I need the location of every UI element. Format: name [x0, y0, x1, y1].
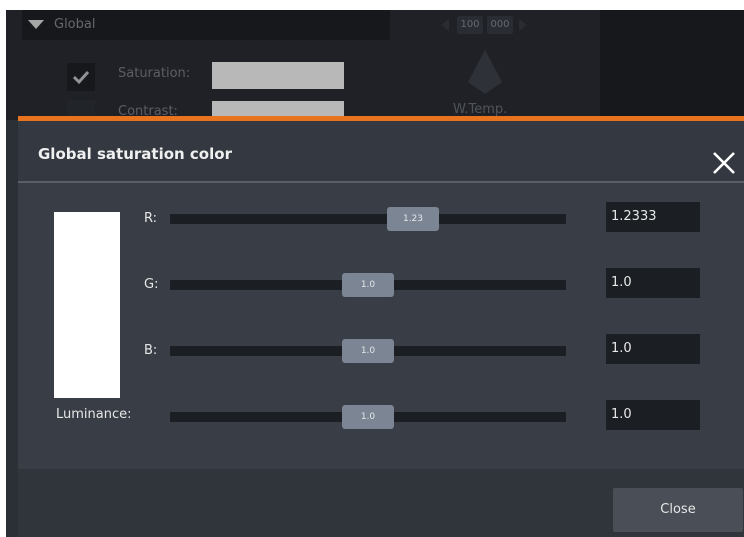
color-swatch-preview — [54, 212, 120, 398]
b-value-input[interactable]: 1.0 — [606, 334, 700, 364]
luminance-value-input[interactable]: 1.0 — [606, 400, 700, 430]
dialog-title: Global saturation color — [38, 145, 232, 163]
dialog-header: Global saturation color — [18, 121, 744, 180]
r-slider-thumb[interactable]: 1.23 — [387, 207, 439, 231]
modal-backdrop — [6, 10, 744, 120]
g-channel-label: G: — [144, 277, 159, 292]
luminance-slider[interactable]: 1.0 — [170, 405, 566, 429]
g-slider-thumb[interactable]: 1.0 — [342, 273, 394, 297]
luminance-slider-thumb[interactable]: 1.0 — [342, 405, 394, 429]
g-channel-slider[interactable]: 1.0 — [170, 273, 566, 297]
saturation-color-dialog: Global saturation color R: 1.23 1.2333 G… — [18, 116, 744, 537]
close-button[interactable]: Close — [613, 488, 743, 532]
b-channel-slider[interactable]: 1.0 — [170, 339, 566, 363]
close-icon[interactable] — [712, 151, 736, 175]
r-channel-slider[interactable]: 1.23 — [170, 207, 566, 231]
r-value-input[interactable]: 1.2333 — [606, 202, 700, 232]
g-value-input[interactable]: 1.0 — [606, 268, 700, 298]
luminance-label: Luminance: — [56, 407, 132, 422]
b-slider-thumb[interactable]: 1.0 — [342, 339, 394, 363]
r-channel-label: R: — [144, 211, 158, 226]
b-channel-label: B: — [144, 343, 158, 358]
